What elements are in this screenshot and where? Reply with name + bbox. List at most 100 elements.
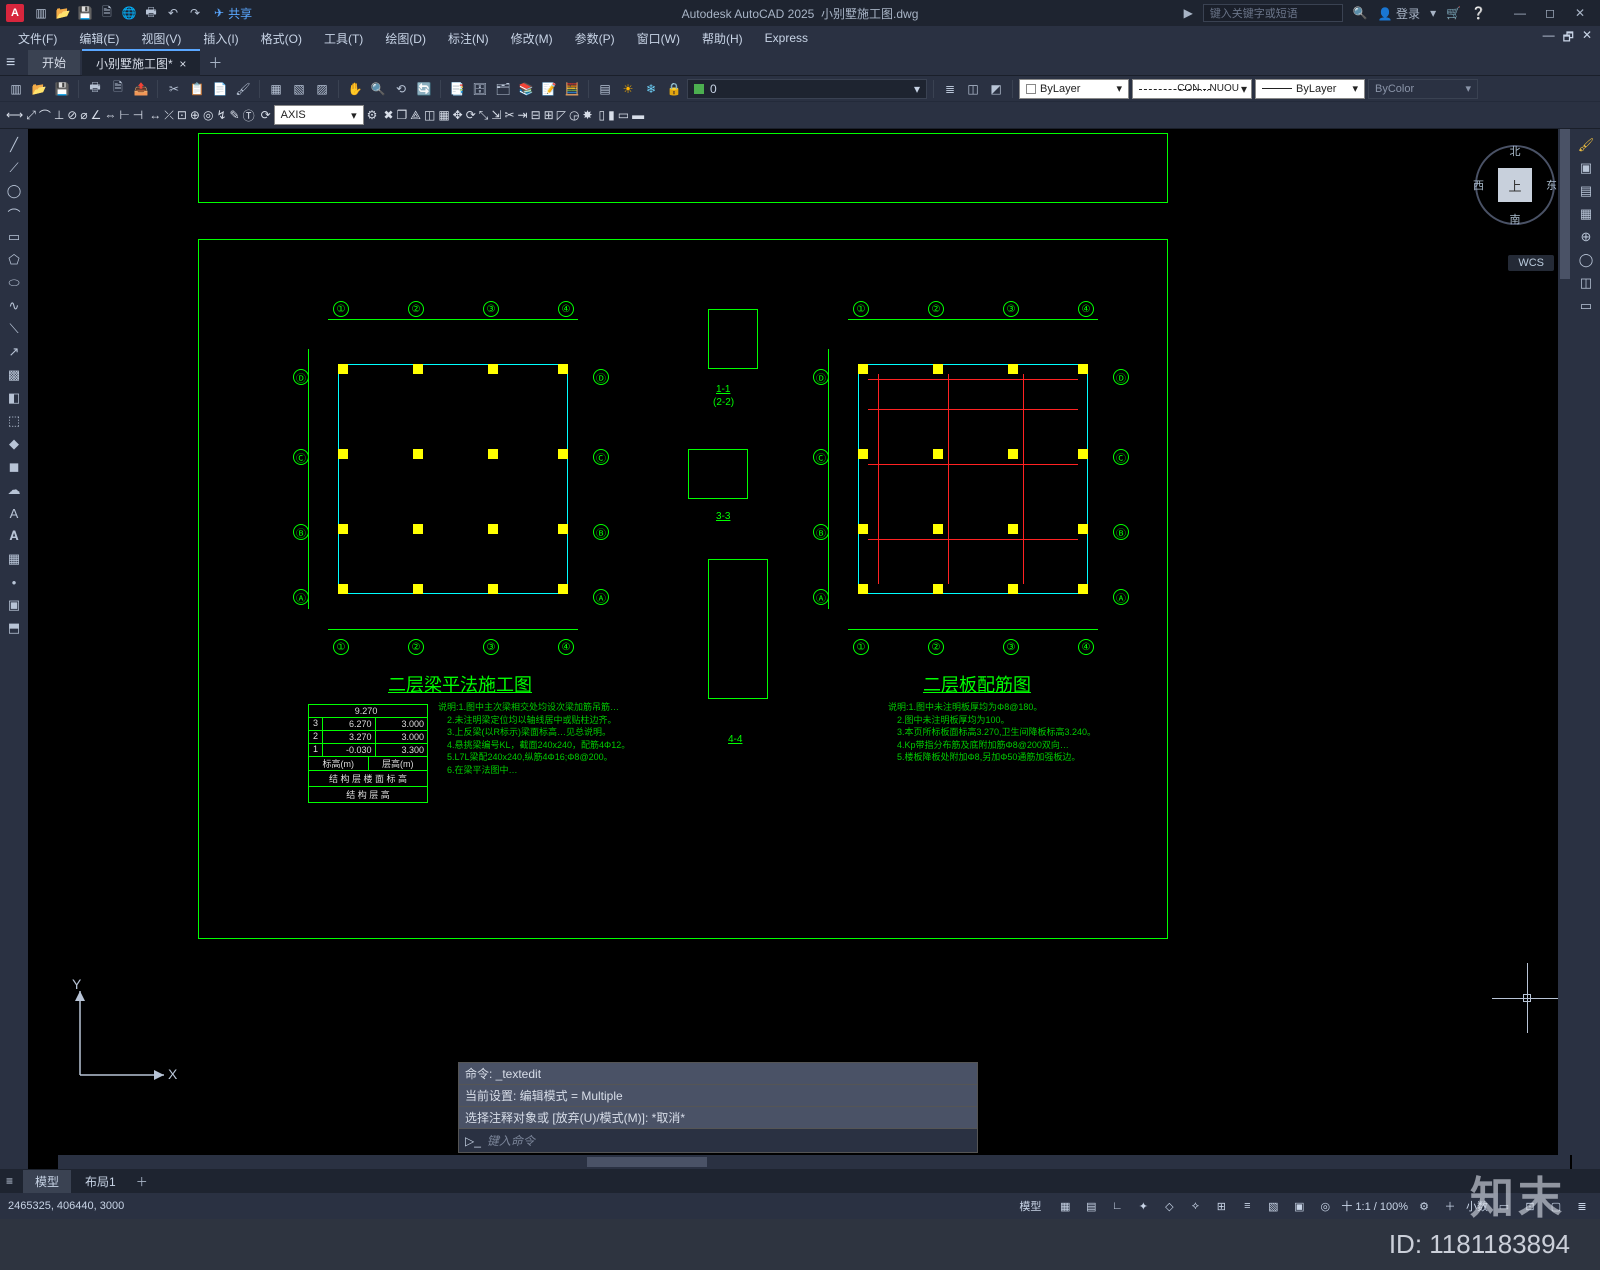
group-icon[interactable]: ▧: [289, 79, 309, 99]
burger-icon[interactable]: ≡: [6, 54, 28, 72]
r-icon4[interactable]: ▦: [1575, 204, 1597, 224]
freeze-icon[interactable]: ❄: [641, 79, 661, 99]
viewcube[interactable]: 北 南 东 西 上: [1470, 145, 1560, 245]
wipeout-icon[interactable]: ◼: [3, 457, 25, 477]
doc-restore-icon[interactable]: 🗗: [1563, 28, 1574, 49]
saveas-icon[interactable]: 🗎: [98, 4, 116, 22]
zoom-icon[interactable]: 🔍: [368, 79, 388, 99]
dim-space-icon[interactable]: ↔: [149, 108, 161, 122]
r-icon6[interactable]: ◯: [1575, 250, 1597, 270]
command-prompt[interactable]: 键入命令: [487, 1132, 535, 1149]
paste-icon[interactable]: 📄: [210, 79, 230, 99]
dim-ang-icon[interactable]: ∠: [91, 108, 102, 122]
publish-icon[interactable]: 📤: [131, 79, 151, 99]
mtext-icon[interactable]: 𝐀: [3, 526, 25, 546]
menu-help[interactable]: 帮助(H): [692, 27, 753, 50]
line-icon[interactable]: ╱: [3, 135, 25, 155]
front-icon[interactable]: ▮: [608, 108, 615, 122]
drawing-canvas[interactable]: ① ② ③ ④ ① ② ③ ④ Ⓓ Ⓒ Ⓑ Ⓐ Ⓓ Ⓒ Ⓑ Ⓐ 二层梁平法施工图…: [28, 129, 1600, 1169]
dim-edit-icon[interactable]: ✎: [230, 108, 240, 122]
share-button[interactable]: ✈ 共享: [214, 5, 252, 22]
dimstyle-dropdown[interactable]: AXIS▾: [274, 105, 364, 125]
dim-radius-icon[interactable]: ⊘: [67, 108, 77, 122]
trim-icon[interactable]: ✂: [504, 108, 514, 122]
dim-cont-icon[interactable]: ⊣: [133, 108, 143, 122]
menu-param[interactable]: 参数(P): [565, 27, 625, 50]
maximize-icon[interactable]: ◻: [1536, 3, 1564, 23]
menu-tools[interactable]: 工具(T): [314, 27, 373, 50]
gradient-icon[interactable]: ◧: [3, 388, 25, 408]
explode-icon[interactable]: ✸: [582, 108, 592, 122]
doc-min-icon[interactable]: —: [1543, 28, 1555, 49]
otrack-icon[interactable]: ⟡: [1185, 1196, 1205, 1216]
layer-iso-icon[interactable]: ◫: [963, 79, 983, 99]
close-icon[interactable]: ✕: [1566, 3, 1594, 23]
search-caret-icon[interactable]: ▶: [1184, 6, 1193, 20]
array-icon[interactable]: ▦: [438, 108, 449, 122]
jog-icon[interactable]: ↯: [216, 108, 226, 122]
center-icon[interactable]: ⊕: [190, 108, 200, 122]
mirror-icon[interactable]: ⟁: [410, 108, 421, 123]
insert-icon[interactable]: ⬒: [3, 618, 25, 638]
app-icon[interactable]: A: [6, 4, 24, 22]
inspect-icon[interactable]: ◎: [203, 108, 213, 122]
dim-update-icon[interactable]: ⟳: [261, 108, 271, 122]
r-icon7[interactable]: ◫: [1575, 273, 1597, 293]
color-dropdown[interactable]: ByLayer▾: [1019, 79, 1129, 99]
rotate-icon[interactable]: ⟳: [466, 108, 476, 122]
draworder-icon[interactable]: ▯: [599, 108, 606, 122]
wcs-badge[interactable]: WCS: [1508, 255, 1554, 271]
gear-icon[interactable]: ⚙: [1414, 1196, 1434, 1216]
trans-icon[interactable]: ▧: [1263, 1196, 1283, 1216]
menu-express[interactable]: Express: [755, 28, 818, 48]
layer-mgr-icon[interactable]: ≣: [940, 79, 960, 99]
command-line[interactable]: 命令: _textedit 当前设置: 编辑模式 = Multiple 选择注释…: [458, 1062, 978, 1153]
move-icon[interactable]: ✥: [453, 108, 463, 122]
status-model[interactable]: 模型: [1011, 1196, 1049, 1216]
layout-menu-icon[interactable]: ≡: [6, 1174, 13, 1188]
add-scale-icon[interactable]: ＋: [1440, 1196, 1460, 1216]
region-icon[interactable]: ◆: [3, 434, 25, 454]
regen-icon[interactable]: 🔄: [414, 79, 434, 99]
minimize-icon[interactable]: —: [1506, 3, 1534, 23]
stretch-icon[interactable]: ⇲: [491, 108, 501, 122]
dim-arc-icon[interactable]: ⌒: [39, 107, 51, 124]
tab-add-icon[interactable]: ＋: [208, 53, 222, 73]
scale-icon[interactable]: ⤡: [479, 108, 489, 123]
apps-icon[interactable]: ▾: [1430, 6, 1436, 20]
lineweight-dropdown[interactable]: ByLayer▾: [1255, 79, 1365, 99]
snap-icon[interactable]: ▤: [1081, 1196, 1101, 1216]
ortho-icon[interactable]: ∟: [1107, 1196, 1127, 1216]
r-icon5[interactable]: ⊕: [1575, 227, 1597, 247]
lwt-icon[interactable]: ≡: [1237, 1196, 1257, 1216]
r-icon3[interactable]: ▤: [1575, 181, 1597, 201]
markup-icon[interactable]: 📝: [539, 79, 559, 99]
arc2-icon[interactable]: ⌒: [3, 204, 25, 224]
sun-icon[interactable]: ☀: [618, 79, 638, 99]
copy2-icon[interactable]: ❐: [397, 108, 408, 122]
web-icon[interactable]: 🌐: [120, 4, 138, 22]
qc-icon[interactable]: 🧮: [562, 79, 582, 99]
search-icon[interactable]: 🔍: [1353, 6, 1368, 20]
block-icon[interactable]: ▦: [266, 79, 286, 99]
extend-icon[interactable]: ⇥: [518, 108, 528, 122]
block2-icon[interactable]: ▣: [3, 595, 25, 615]
r-icon8[interactable]: ▭: [1575, 296, 1597, 316]
tab-model[interactable]: 模型: [23, 1170, 71, 1193]
join-icon[interactable]: ⊞: [544, 108, 554, 122]
login-button[interactable]: 👤 登录: [1378, 5, 1420, 22]
pline-icon[interactable]: ⟋: [3, 158, 25, 178]
fillet-icon[interactable]: ◶: [569, 108, 579, 122]
pan-icon[interactable]: ✋: [345, 79, 365, 99]
ellipse-icon[interactable]: ⬭: [3, 273, 25, 293]
brush-icon[interactable]: 🖌: [1575, 135, 1597, 155]
tol-icon[interactable]: ⊡: [177, 108, 187, 122]
print-icon[interactable]: 🖶: [85, 79, 105, 99]
text2-icon[interactable]: A: [3, 503, 25, 523]
polar-icon[interactable]: ✦: [1133, 1196, 1153, 1216]
undo-icon[interactable]: ↶: [164, 4, 182, 22]
ray-icon[interactable]: ↗: [3, 342, 25, 362]
dim-aligned-icon[interactable]: ⤢: [26, 108, 36, 123]
circle-icon[interactable]: ◯: [3, 181, 25, 201]
matchprop-icon[interactable]: 🖌: [233, 79, 253, 99]
